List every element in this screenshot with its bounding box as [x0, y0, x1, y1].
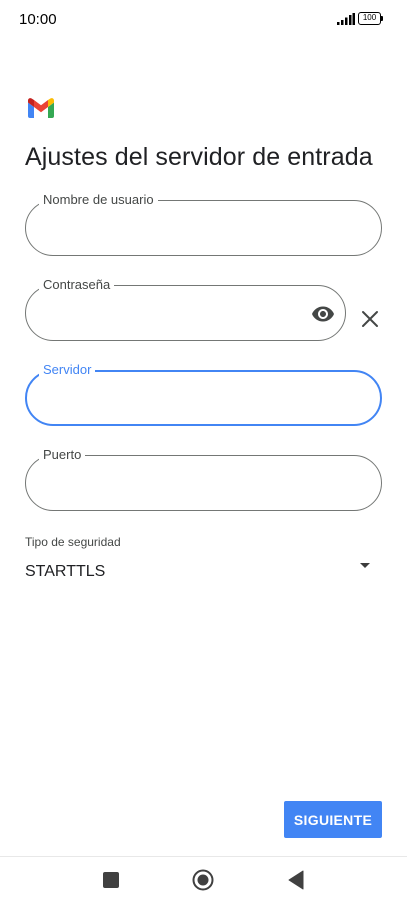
- close-icon[interactable]: [360, 309, 380, 329]
- status-time: 10:00: [19, 11, 57, 28]
- password-label: Contraseña: [39, 277, 115, 293]
- eye-icon[interactable]: [311, 302, 335, 326]
- username-field[interactable]: Nombre de usuario: [25, 192, 382, 256]
- screen: 10:00 100 Ajustes del servidor de entrad…: [0, 0, 407, 906]
- server-field[interactable]: Servidor: [25, 362, 382, 426]
- password-field[interactable]: Contraseña: [25, 277, 346, 341]
- security-type-select[interactable]: STARTTLS: [25, 563, 105, 581]
- home-button[interactable]: [192, 869, 214, 891]
- status-bar: 10:00 100: [0, 0, 407, 40]
- chevron-down-icon[interactable]: [360, 563, 370, 568]
- recents-button[interactable]: [103, 872, 119, 888]
- battery-tip: [381, 16, 383, 21]
- back-button[interactable]: [288, 870, 304, 890]
- next-button[interactable]: SIGUIENTE: [284, 801, 382, 838]
- nav-divider: [0, 856, 407, 857]
- battery-icon: 100: [358, 12, 384, 25]
- gmail-logo-icon: [28, 98, 54, 118]
- username-label: Nombre de usuario: [39, 192, 158, 208]
- port-field[interactable]: Puerto: [25, 447, 382, 511]
- battery-level: 100: [358, 12, 381, 25]
- server-label: Servidor: [39, 362, 96, 378]
- port-label: Puerto: [39, 447, 86, 463]
- page-title: Ajustes del servidor de entrada: [25, 143, 373, 171]
- signal-icon: [337, 13, 355, 25]
- security-type-label: Tipo de seguridad: [25, 535, 121, 549]
